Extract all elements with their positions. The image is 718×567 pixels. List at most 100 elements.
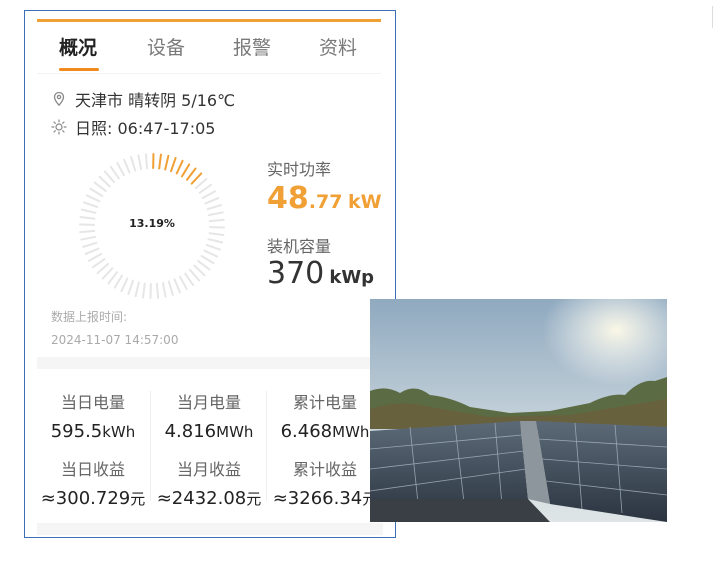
capacity-label: 装机容量 [267,237,332,256]
gauge-tick [142,282,146,299]
gauge-tick [98,175,111,188]
gauge-tick [85,194,101,203]
gauge-tick [194,177,208,190]
monthly-revenue-label: 当月收益 [176,460,241,479]
realtime-power-label: 实时功率 [267,160,332,179]
gauge-tick [193,264,206,277]
gauge-tick [197,260,211,271]
app-panel: 概况 设备 报警 资料 天津市 晴转阴 5/16℃ 日照: 06:47-17:0… [24,10,396,538]
capacity-number: 370 [267,256,325,291]
total-energy-label: 累计电量 [292,393,357,412]
power-int: 48 [267,181,309,216]
total-energy-value: 6.468 [280,421,333,442]
gauge-percent: 13.19% [129,217,175,230]
daily-revenue-label: 当日收益 [60,460,125,479]
gauge-tick [84,247,100,255]
total-energy: 累计电量 6.468MWh [269,389,381,442]
sunshine-text: 日照: 06:47-17:05 [75,119,216,138]
location-weather-text: 天津市 晴转阴 5/16℃ [75,91,236,110]
tab-alarms[interactable]: 报警 [233,33,271,60]
gauge-tick [203,249,219,258]
gauge-tick [134,281,140,298]
power-dec: .77 [308,191,343,213]
gauge-tick [120,277,129,293]
gauge-tick [208,232,225,236]
monthly-energy: 当月电量 4.816MWh [153,389,265,442]
total-revenue: 累计收益 ≈3266.34元 [269,456,381,509]
gauge-tick [101,267,114,280]
daily-energy-value: 595.5 [50,421,103,442]
gauge-tick [91,258,106,269]
gauge-tick [82,201,99,208]
gauge-tick [161,281,167,298]
daily-revenue-value: ≈300.729 [40,488,131,509]
gauge-tick [207,238,224,244]
location-pin-icon [53,91,65,107]
gauge-tick [178,275,188,291]
gauge-tick [109,165,120,180]
gauge-tick [186,167,197,181]
capacity-value: 370 kWp [267,256,374,291]
tab-documents[interactable]: 资料 [319,33,357,60]
monthly-energy-label: 当月电量 [176,393,241,412]
gauge-tick [123,158,131,174]
monthly-energy-value: 4.816 [164,421,217,442]
total-revenue-label: 累计收益 [292,460,357,479]
gauge-tick [89,187,104,198]
daily-revenue: 当日收益 ≈300.729元 [37,456,149,509]
daily-revenue-unit: 元 [130,490,146,508]
gauge-tick [144,153,149,170]
daily-energy-unit: kWh [102,423,136,441]
section-divider [37,357,383,369]
gauge-tick [80,208,97,214]
tab-devices[interactable]: 设备 [147,33,185,60]
gauge-tick [198,183,213,194]
location-weather: 天津市 晴转阴 5/16℃ [51,87,235,111]
gauge-tick [80,235,97,241]
tab-overview[interactable]: 概况 [59,33,97,60]
total-revenue-value: ≈3266.34 [272,488,363,509]
realtime-power-value: 48.77 kW [267,181,382,216]
gauge-tick [82,241,98,248]
gauge-tick [188,268,201,282]
gauge-tick [96,262,110,275]
sun-icon [51,119,67,135]
gauge-tick [127,279,134,296]
power-unit: kW [348,191,382,213]
column-divider [266,391,267,501]
monthly-revenue: 当月收益 ≈2432.08元 [153,456,265,509]
gauge-tick [206,204,222,211]
gauge-tick [93,181,107,192]
monthly-energy-unit: MWh [216,423,254,441]
daily-energy-label: 当日电量 [60,393,125,412]
gauge-tick [173,278,181,294]
gauge-tick [204,197,220,205]
active-tab-indicator [59,68,99,71]
solar-panel-photo [370,299,667,522]
gauge-tick [158,153,162,170]
gauge-tick [175,159,184,175]
gauge-tick [87,252,103,262]
gauge-tick [137,154,143,171]
gauge-tick [190,172,203,185]
gauge-tick [180,163,191,178]
gauge-tick [79,229,96,234]
edge-mark [712,6,718,28]
gauge-tick [130,156,137,172]
column-divider [150,391,151,501]
gauge-tick [113,274,124,289]
gauge-tick [207,211,224,217]
gauge-tick [116,161,126,177]
monthly-revenue-unit: 元 [246,490,262,508]
gauge-tick [201,190,217,200]
report-time-value: 2024-11-07 14:57:00 [51,333,179,347]
divider [37,73,381,74]
gauge-tick [184,272,195,287]
sunshine-hours: 日照: 06:47-17:05 [51,115,215,139]
tab-bar: 概况 设备 报警 资料 [37,33,381,73]
monthly-revenue-value: ≈2432.08 [156,488,247,509]
total-energy-unit: MWh [332,423,370,441]
capacity-unit: kWp [329,267,375,288]
daily-energy: 当日电量 595.5kWh [37,389,149,442]
gauge-tick [107,271,118,285]
